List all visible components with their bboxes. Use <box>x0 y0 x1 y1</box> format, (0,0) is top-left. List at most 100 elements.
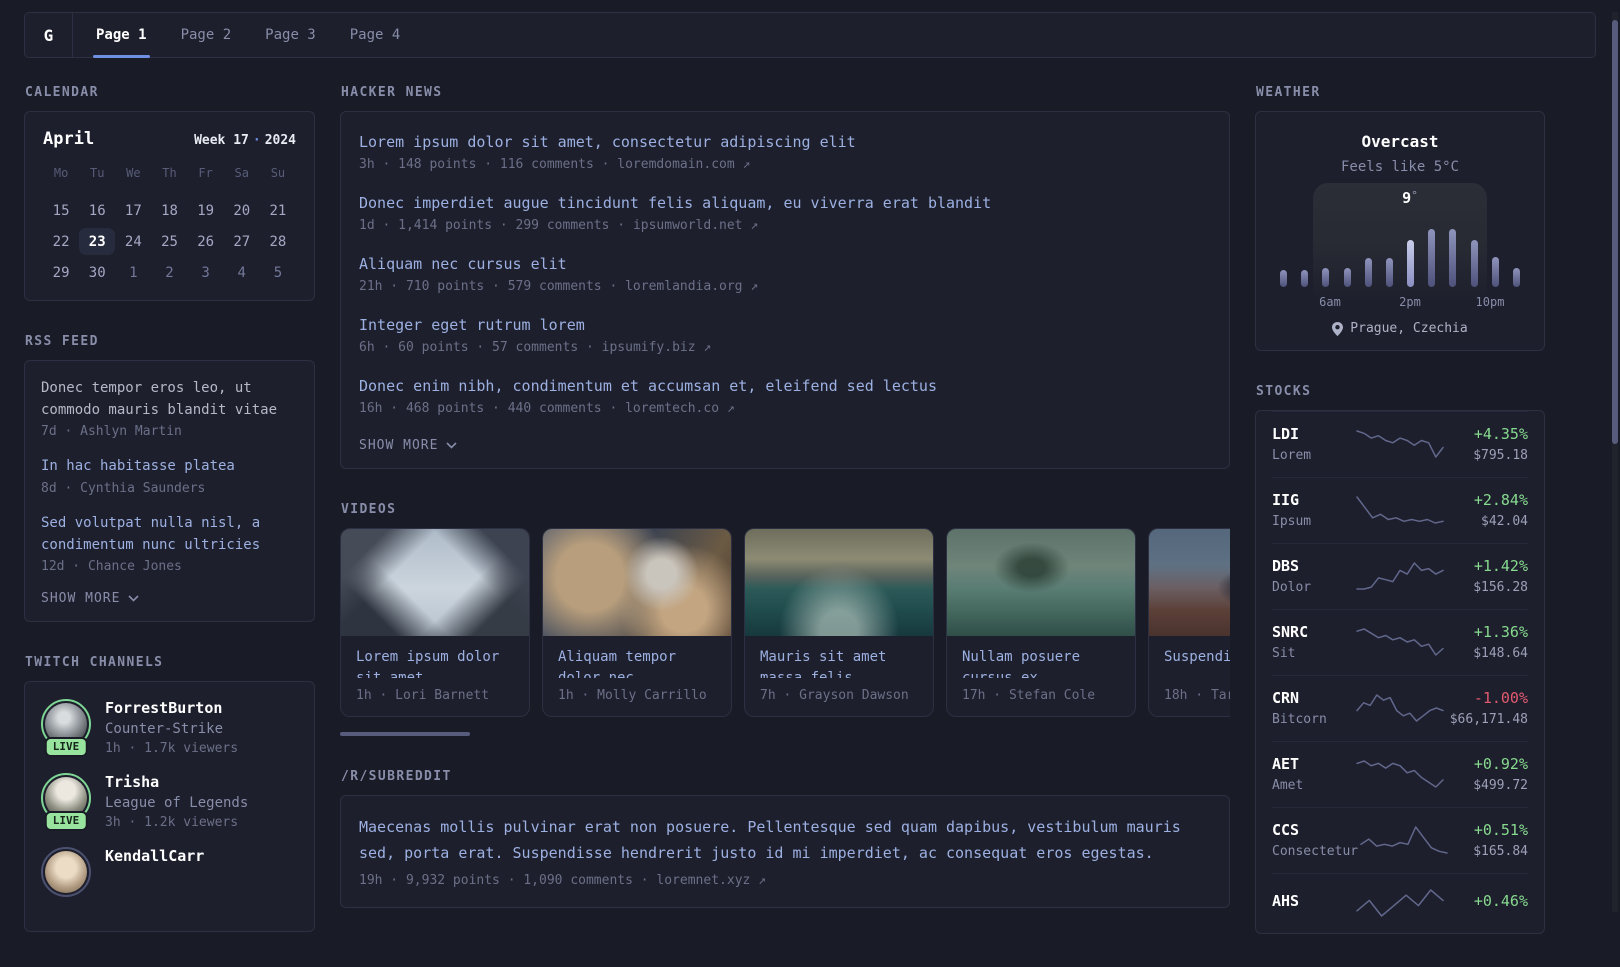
calendar-day-cell[interactable]: 2 <box>151 259 187 286</box>
video-title[interactable]: Nullam posuere cursus ex <box>947 636 1135 678</box>
calendar-day-cell[interactable]: 21 <box>260 197 296 224</box>
hn-item-stats: 1d · 1,414 points · 299 comments · <box>359 218 633 233</box>
stock-id: SNRC Sit <box>1272 623 1354 661</box>
hn-item-stats: 3h · 148 points · 116 comments · <box>359 157 618 172</box>
weather-bars <box>1280 229 1520 287</box>
calendar-day-cell[interactable]: 29 <box>43 259 79 286</box>
weekday-label: Su <box>270 166 286 180</box>
middle-column: HACKER NEWS Lorem ipsum dolor sit amet, … <box>340 85 1230 941</box>
calendar-day-cell[interactable]: 1 <box>115 259 151 286</box>
weather-location-label: Prague, Czechia <box>1350 321 1468 336</box>
stock-row: DBS Dolor +1.42% $156.28 <box>1272 543 1528 609</box>
calendar-day-cell[interactable]: 3 <box>188 259 224 286</box>
calendar-day-cell[interactable]: 17 <box>115 197 151 224</box>
stock-ticker[interactable]: IIG <box>1272 491 1354 509</box>
stock-ticker[interactable]: DBS <box>1272 557 1354 575</box>
avatar[interactable] <box>45 851 87 894</box>
video-title[interactable]: Mauris sit amet massa felis <box>745 636 933 678</box>
calendar-day-cell[interactable]: 15 <box>43 197 79 224</box>
calendar-day-cell[interactable]: 28 <box>260 228 296 255</box>
stock-sparkline-chart <box>1356 628 1444 656</box>
video-title[interactable]: Suspendisse diam <box>1149 636 1230 678</box>
video-meta: 17h · Stefan Cole <box>962 688 1096 703</box>
video-card[interactable]: Lorem ipsum dolor sit amet consectetu… 1… <box>340 528 530 717</box>
nav-tab[interactable]: Page 3 <box>248 13 333 57</box>
subreddit-widget-title: /R/SUBREDDIT <box>341 769 452 784</box>
video-thumbnail[interactable] <box>1149 529 1230 636</box>
stock-ticker[interactable]: SNRC <box>1272 623 1354 641</box>
stock-sparkline-wrap <box>1354 692 1446 724</box>
calendar-day-cell[interactable]: 24 <box>115 228 151 255</box>
calendar-day-cell[interactable]: 30 <box>79 259 115 286</box>
video-card[interactable]: Suspendisse diam 18h · Tara <box>1148 528 1230 717</box>
hn-item-domain[interactable]: loremdomain.com <box>617 157 734 172</box>
video-card[interactable]: Nullam posuere cursus ex 17h · Stefan Co… <box>946 528 1136 717</box>
hn-item-domain[interactable]: loremtech.co <box>625 401 719 416</box>
video-thumbnail[interactable] <box>947 529 1135 636</box>
hn-item-domain[interactable]: ipsumworld.net <box>633 218 743 233</box>
video-card[interactable]: Mauris sit amet massa felis 7h · Grayson… <box>744 528 934 717</box>
live-badge: LIVE <box>44 737 88 758</box>
calendar-day-cell[interactable]: 27 <box>224 228 260 255</box>
reddit-post-title[interactable]: Maecenas mollis pulvinar erat non posuer… <box>359 815 1211 866</box>
nav-tab[interactable]: Page 4 <box>333 13 418 57</box>
stock-sparkline-chart <box>1356 496 1444 524</box>
hn-item-domain[interactable]: loremlandia.org <box>625 279 742 294</box>
video-thumbnail[interactable] <box>341 529 529 636</box>
video-thumbnail[interactable] <box>543 529 731 636</box>
stock-change: +2.84% <box>1473 491 1528 509</box>
calendar-day-cell[interactable]: 23 <box>79 228 116 255</box>
hn-item-title[interactable]: Aliquam nec cursus elit <box>359 255 1211 273</box>
calendar-day-cell[interactable]: 4 <box>224 259 260 286</box>
carousel-scrollbar[interactable] <box>340 732 470 736</box>
stock-ticker[interactable]: CRN <box>1272 689 1354 707</box>
calendar-day-cell[interactable]: 20 <box>224 197 260 224</box>
weather-bar <box>1512 268 1520 287</box>
nav-tab[interactable]: Page 2 <box>164 13 249 57</box>
calendar-day-cell[interactable]: 26 <box>188 228 224 255</box>
video-thumbnail[interactable] <box>745 529 933 636</box>
calendar-day-cell[interactable]: 5 <box>260 259 296 286</box>
twitch-channel-name[interactable]: KendallCarr <box>105 847 204 865</box>
show-more-label: SHOW MORE <box>359 438 439 453</box>
twitch-channel-name[interactable]: ForrestBurton <box>105 699 238 717</box>
stock-sparkline-chart <box>1356 430 1444 458</box>
reddit-post-domain[interactable]: loremnet.xyz <box>656 873 750 888</box>
page-scrollbar-thumb[interactable] <box>1612 20 1618 444</box>
rss-item-title[interactable]: Sed volutpat nulla nisl, a condimentum n… <box>41 513 298 556</box>
rss-show-more-button[interactable]: SHOW MORE <box>41 591 298 606</box>
video-card[interactable]: Aliquam tempor dolor nec pharetra… 1h · … <box>542 528 732 717</box>
stock-ticker[interactable]: CCS <box>1272 821 1358 839</box>
stock-row: AHS +0.46% <box>1272 873 1528 933</box>
stock-values: +1.36% $148.64 <box>1446 623 1528 661</box>
rss-item-title[interactable]: Donec tempor eros leo, ut commodo mauris… <box>41 378 298 421</box>
hn-item-domain[interactable]: ipsumify.biz <box>602 340 696 355</box>
twitch-channel-meta: 1h · 1.7k viewers <box>105 741 239 757</box>
stock-ticker[interactable]: LDI <box>1272 425 1354 443</box>
nav-tab[interactable]: Page 1 <box>79 13 164 58</box>
hn-item-title[interactable]: Lorem ipsum dolor sit amet, consectetur … <box>359 133 1211 151</box>
weather-location[interactable]: Prague, Czechia <box>1276 321 1524 336</box>
stock-ticker[interactable]: AHS <box>1272 892 1354 910</box>
calendar-day-cell[interactable]: 22 <box>43 228 79 255</box>
stocks-widget: STOCKS LDI Lorem +4.35% $795.18 IIG Ipsu… <box>1255 384 1545 934</box>
hn-show-more-button[interactable]: SHOW MORE <box>359 438 1211 453</box>
reddit-post-stats: 19h · 9,932 points · 1,090 comments · <box>359 873 657 888</box>
stock-sparkline-wrap <box>1354 560 1446 592</box>
calendar-day-cell[interactable]: 16 <box>79 197 115 224</box>
hn-item-stats: 21h · 710 points · 579 comments · <box>359 279 626 294</box>
hn-item-title[interactable]: Donec imperdiet augue tincidunt felis al… <box>359 194 1211 212</box>
video-title[interactable]: Aliquam tempor dolor nec pharetra… <box>543 636 731 678</box>
stock-sparkline-chart <box>1356 694 1444 722</box>
calendar-day-cell[interactable]: 19 <box>188 197 224 224</box>
rss-item-title[interactable]: In hac habitasse platea <box>41 456 298 478</box>
twitch-channel-name[interactable]: Trisha <box>105 773 248 791</box>
calendar-day-cell[interactable]: 18 <box>151 197 187 224</box>
video-title[interactable]: Lorem ipsum dolor sit amet consectetu… <box>341 636 529 678</box>
stock-ticker[interactable]: AET <box>1272 755 1354 773</box>
calendar-day-cell[interactable]: 25 <box>151 228 187 255</box>
app-logo[interactable]: G <box>25 13 73 57</box>
map-pin-icon <box>1332 321 1344 336</box>
hn-item-title[interactable]: Integer eget rutrum lorem <box>359 316 1211 334</box>
hn-item-title[interactable]: Donec enim nibh, condimentum et accumsan… <box>359 377 1211 395</box>
